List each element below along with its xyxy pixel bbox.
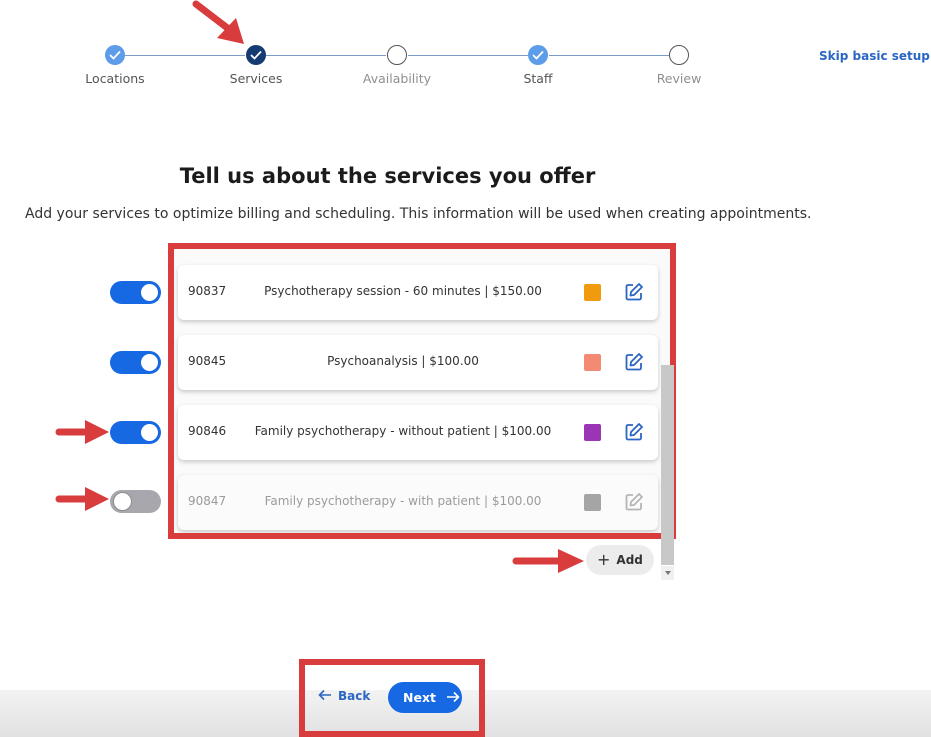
list-scrollbar[interactable]	[661, 365, 674, 565]
annotation-arrow-icon	[512, 549, 584, 573]
service-color-swatch[interactable]	[584, 284, 601, 301]
service-description: Family psychotherapy - with patient | $1…	[264, 494, 542, 508]
step-label-services: Services	[229, 71, 283, 86]
edit-icon[interactable]	[624, 282, 644, 302]
service-card: 90845 Psychoanalysis | $100.00	[178, 335, 658, 390]
step-label-locations: Locations	[85, 71, 145, 86]
service-card: 90847 Family psychotherapy - with patien…	[178, 475, 658, 530]
page-subtitle: Add your services to optimize billing an…	[25, 206, 812, 222]
step-locations-check-icon[interactable]	[105, 45, 125, 65]
annotation-arrow-icon	[55, 487, 109, 511]
edit-icon[interactable]	[624, 492, 644, 512]
stepper-line	[266, 55, 386, 56]
page-title: Tell us about the services you offer	[179, 164, 596, 188]
arrow-left-icon	[318, 689, 331, 701]
step-availability-dot[interactable]	[387, 45, 407, 65]
arrow-right-icon	[447, 691, 460, 703]
plus-icon: +	[597, 550, 611, 569]
step-services-check-icon[interactable]	[246, 45, 266, 65]
service-color-swatch[interactable]	[584, 354, 601, 371]
service-description: Psychoanalysis | $100.00	[327, 354, 479, 368]
add-button-label: Add	[616, 553, 643, 567]
next-button-label: Next	[403, 690, 436, 705]
scroll-down-arrow-icon[interactable]	[661, 566, 674, 580]
stepper-line	[549, 55, 669, 56]
toggle-knob	[141, 354, 158, 371]
step-label-availability: Availability	[362, 71, 432, 86]
annotation-arrow-icon	[55, 420, 109, 444]
service-code: 90846	[188, 424, 227, 438]
edit-icon[interactable]	[624, 422, 644, 442]
service-color-swatch[interactable]	[584, 424, 601, 441]
service-code: 90837	[188, 284, 227, 298]
toggle-knob	[113, 492, 132, 511]
service-toggle-90837[interactable]	[110, 281, 161, 304]
annotation-arrow-icon	[192, 0, 244, 44]
skip-basic-setup-link[interactable]: Skip basic setup	[819, 49, 930, 63]
service-code: 90845	[188, 354, 227, 368]
stepper-line	[125, 55, 245, 56]
service-toggle-90847[interactable]	[110, 490, 161, 513]
service-toggle-90845[interactable]	[110, 351, 161, 374]
step-label-staff: Staff	[523, 71, 553, 86]
services-list[interactable]: 90837 Psychotherapy session - 60 minutes…	[168, 243, 676, 539]
back-button-label: Back	[338, 689, 371, 703]
toggle-knob	[141, 424, 158, 441]
toggle-knob	[141, 284, 158, 301]
step-label-review: Review	[656, 71, 702, 86]
edit-icon[interactable]	[624, 352, 644, 372]
add-service-button[interactable]: + Add	[586, 545, 654, 575]
service-code: 90847	[188, 494, 227, 508]
service-color-swatch[interactable]	[584, 494, 601, 511]
step-staff-check-icon[interactable]	[528, 45, 548, 65]
back-button[interactable]: Back	[318, 689, 370, 703]
service-description: Family psychotherapy - without patient |…	[254, 424, 552, 438]
service-card: 90846 Family psychotherapy - without pat…	[178, 405, 658, 460]
stepper-line	[408, 55, 528, 56]
service-toggle-90846[interactable]	[110, 421, 161, 444]
service-card: 90837 Psychotherapy session - 60 minutes…	[178, 265, 658, 320]
service-description: Psychotherapy session - 60 minutes | $15…	[264, 284, 542, 298]
step-review-dot[interactable]	[669, 45, 689, 65]
next-button[interactable]: Next	[388, 682, 462, 713]
